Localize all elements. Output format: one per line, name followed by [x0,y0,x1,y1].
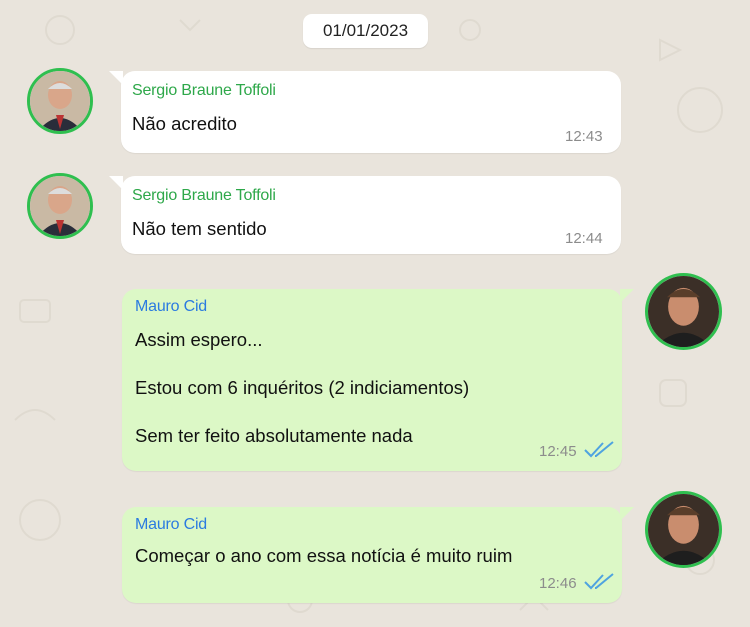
message-line: Sem ter feito absolutamente nada [135,425,413,446]
avatar-sergio[interactable] [27,173,93,239]
message-bubble[interactable]: Sergio Braune Toffoli Não tem sentido 12… [109,176,621,254]
sender-name: Mauro Cid [135,298,208,315]
message-text: Não tem sentido [132,218,267,239]
message-bubble[interactable]: Sergio Braune Toffoli Não acredito 12:43 [109,71,621,153]
avatar-mauro[interactable] [645,491,722,568]
message-line: Assim espero... [135,329,263,350]
message-time: 12:43 [565,128,603,145]
message-time: 12:45 [539,443,577,460]
bubble-tail [109,71,123,85]
message-time: 12:44 [565,230,603,247]
sender-name: Mauro Cid [135,516,208,533]
message-line: Estou com 6 inquéritos (2 indiciamentos) [135,377,470,398]
avatar-sergio[interactable] [27,68,93,134]
message-bubble[interactable]: Mauro Cid Começar o ano com essa notícia… [122,507,634,603]
date-label: 01/01/2023 [322,21,409,40]
sender-name: Sergio Braune Toffoli [132,82,276,99]
avatar-mauro[interactable] [645,273,722,350]
double-check-icon [584,573,614,590]
sender-name: Sergio Braune Toffoli [132,187,276,204]
message-bubble[interactable]: Mauro Cid Assim espero... Estou com 6 in… [122,289,634,471]
date-separator: 01/01/2023 [303,14,428,48]
message-text: Começar o ano com essa notícia é muito r… [135,545,513,566]
message-text: Não acredito [132,113,237,134]
bubble-tail [620,289,634,303]
bubble-tail [620,507,634,521]
bubble-tail [109,176,123,190]
double-check-icon [584,441,614,458]
message-time: 12:46 [539,575,577,592]
